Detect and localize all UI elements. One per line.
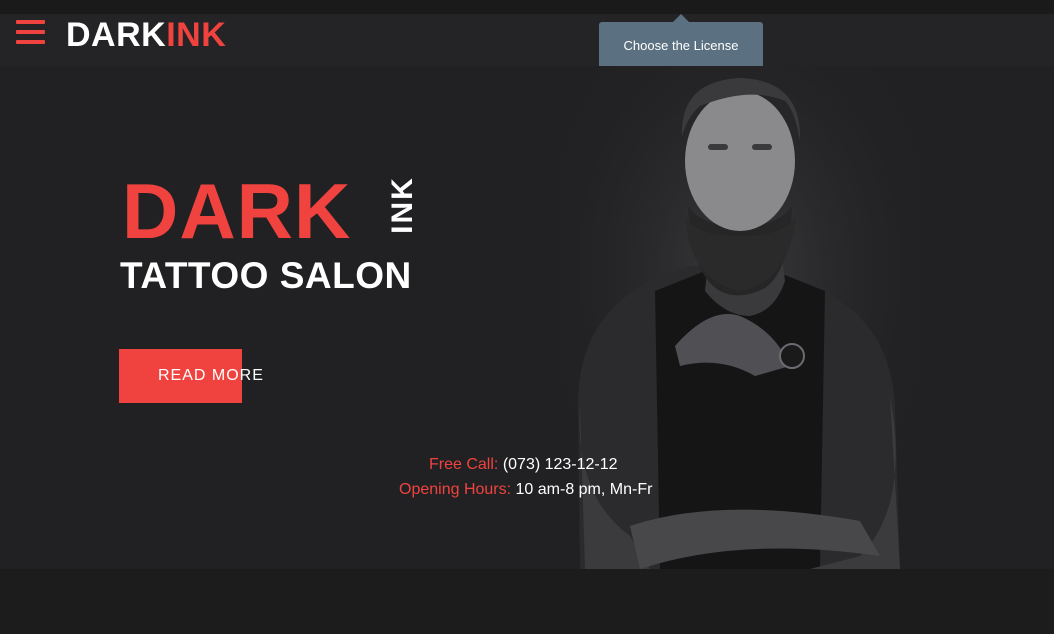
menu-bar [16, 30, 45, 34]
free-call-row: Free Call: (073) 123-12-12 [429, 452, 618, 477]
choose-license-tooltip[interactable]: Choose the License [599, 14, 763, 69]
hero-title-ink-vertical: INK [386, 176, 419, 234]
hero-subtitle: TATTOO SALON [120, 255, 412, 296]
free-call-number[interactable]: (073) 123-12-12 [503, 456, 618, 473]
opening-hours-row: Opening Hours: 10 am-8 pm, Mn-Fr [399, 477, 652, 502]
site-logo[interactable]: DARKINK [66, 13, 226, 57]
menu-bar [16, 20, 45, 24]
hero-title-dark: DARK [122, 167, 352, 255]
hero-section: DARK INK TATTOO SALON READ MORE Free Cal… [0, 66, 1054, 569]
read-more-label: READ MORE [158, 367, 264, 384]
opening-hours-label: Opening Hours: [399, 481, 512, 498]
bottom-band [0, 569, 1054, 634]
logo-ink-text: INK [166, 16, 227, 54]
free-call-label: Free Call: [429, 456, 499, 473]
top-strip [0, 0, 1054, 14]
hamburger-menu-icon[interactable] [16, 20, 45, 44]
read-more-button[interactable]: READ MORE [119, 349, 279, 403]
opening-hours-value: 10 am-8 pm, Mn-Fr [515, 481, 653, 498]
tooltip-label: Choose the License [623, 38, 739, 53]
menu-bar [16, 40, 45, 44]
logo-dark-text: DARK [66, 16, 167, 54]
